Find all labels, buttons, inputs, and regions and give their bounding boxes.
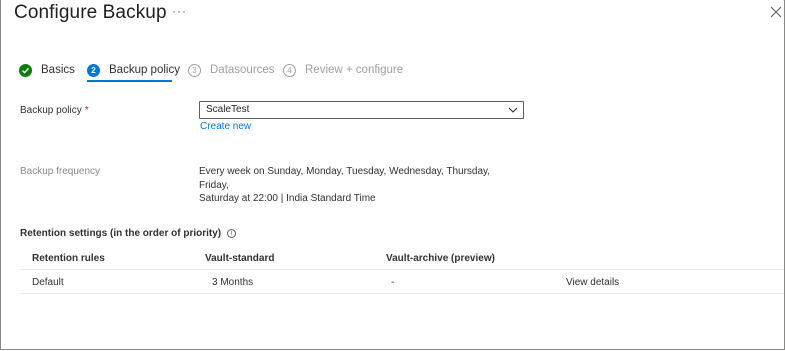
view-details-link[interactable]: View details <box>566 277 619 288</box>
required-mark: * <box>84 105 89 116</box>
column-header-vault-standard: Vault-standard <box>205 253 275 264</box>
vault-standard-cell: 3 Months <box>212 277 254 288</box>
active-tab-indicator <box>87 80 172 82</box>
tab-review-configure[interactable]: 4 Review + configure <box>283 61 403 79</box>
retention-settings-heading: Retention settings (in the order of prio… <box>20 228 237 239</box>
backup-policy-label: Backup policy * <box>20 105 89 116</box>
page-title: Configure Backup <box>14 2 167 23</box>
tab-backup-policy[interactable]: 2 Backup policy <box>87 61 180 79</box>
table-divider <box>20 293 784 294</box>
backup-frequency-line: Every week on Sunday, Monday, Tuesday, W… <box>199 166 491 191</box>
backup-frequency-label: Backup frequency <box>20 166 101 177</box>
tab-datasources-label: Datasources <box>210 64 275 76</box>
step-number-icon: 4 <box>283 63 296 77</box>
backup-policy-label-text: Backup policy <box>20 105 82 116</box>
step-number-icon: 2 <box>87 63 100 77</box>
backup-policy-value: ScaleTest <box>206 104 250 115</box>
column-header-vault-archive: Vault-archive (preview) <box>386 253 495 264</box>
chevron-down-icon <box>508 107 518 113</box>
create-new-link[interactable]: Create new <box>200 121 251 132</box>
rule-name-cell: Default <box>32 277 64 288</box>
backup-frequency-line: Saturday at 22:00 | India Standard Time <box>199 193 376 204</box>
step-number-icon: 3 <box>188 63 201 77</box>
tab-basics[interactable]: Basics <box>19 61 75 79</box>
vault-archive-cell: - <box>391 277 395 288</box>
tab-backup-policy-label: Backup policy <box>109 64 180 76</box>
backup-frequency-value: Every week on Sunday, Monday, Tuesday, W… <box>199 165 519 206</box>
table-divider <box>20 269 784 270</box>
close-icon[interactable] <box>770 6 782 18</box>
tab-basics-label: Basics <box>41 64 75 76</box>
tab-review-configure-label: Review + configure <box>305 64 404 76</box>
info-icon[interactable]: i <box>227 229 237 238</box>
checkmark-icon <box>19 63 32 77</box>
retention-settings-title: Retention settings (in the order of prio… <box>20 228 222 239</box>
more-options-button[interactable]: ··· <box>172 4 187 18</box>
tab-datasources[interactable]: 3 Datasources <box>188 61 275 79</box>
column-header-retention-rules: Retention rules <box>32 253 105 264</box>
backup-policy-dropdown[interactable]: ScaleTest <box>199 101 524 119</box>
